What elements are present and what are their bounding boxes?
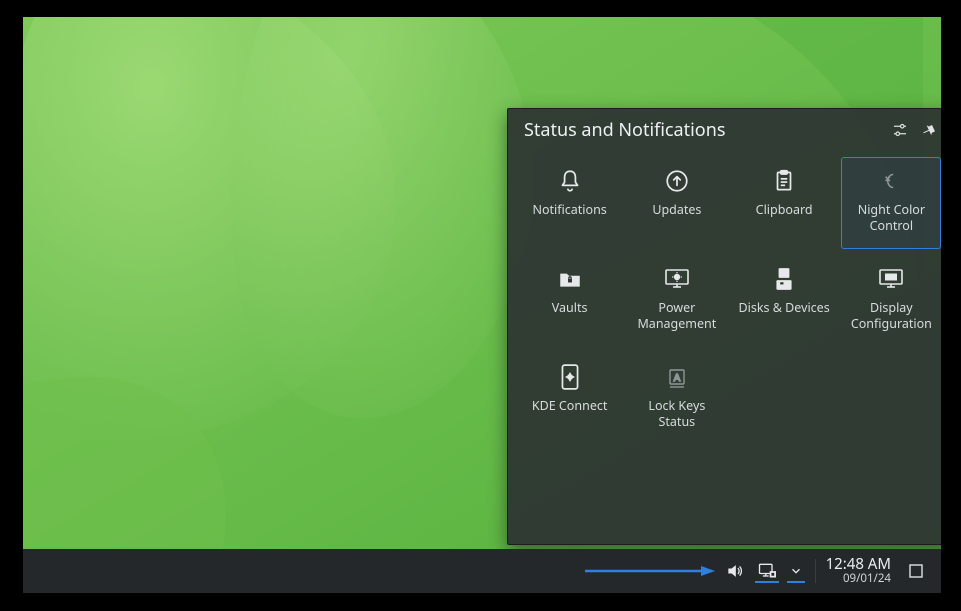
configure-icon[interactable] (889, 119, 911, 141)
svg-text:A: A (674, 373, 681, 384)
callout-arrow (585, 564, 715, 578)
tile-label: Disks & Devices (739, 300, 830, 316)
bell-icon (555, 166, 585, 196)
tile-label: Clipboard (756, 202, 813, 218)
tile-power-management[interactable]: Power Management (627, 255, 727, 347)
tile-label: Vaults (552, 300, 588, 316)
tile-display-config[interactable]: Display Configuration (841, 255, 941, 347)
tile-vaults[interactable]: Vaults (520, 255, 620, 347)
tray-network-icon[interactable] (755, 559, 779, 583)
popup-title: Status and Notifications (524, 118, 883, 142)
pin-icon[interactable] (917, 119, 939, 141)
tile-label: Notifications (532, 202, 606, 218)
tile-label: Power Management (637, 300, 716, 331)
disks-icon (769, 264, 799, 294)
tile-label: Display Configuration (851, 300, 932, 331)
taskbar-clock[interactable]: 12:48 AM 09/01/24 (826, 557, 891, 585)
vaults-icon (555, 264, 585, 294)
kde-connect-icon (555, 362, 585, 392)
tile-kde-connect[interactable]: KDE Connect (520, 353, 620, 445)
tile-label: Night Color Control (858, 202, 925, 233)
taskbar-divider (815, 559, 816, 583)
tile-night-color[interactable]: Night Color Control (841, 157, 941, 249)
updates-icon (662, 166, 692, 196)
tile-label: KDE Connect (532, 398, 608, 414)
lock-keys-icon: A (662, 362, 692, 392)
system-tray-popup: Status and Notifications (507, 108, 941, 545)
night-color-icon (876, 166, 906, 196)
clipboard-icon (769, 166, 799, 196)
tile-label: Lock Keys Status (648, 398, 705, 429)
tile-disks-devices[interactable]: Disks & Devices (734, 255, 834, 347)
tile-label: Updates (652, 202, 701, 218)
power-management-icon (662, 264, 692, 294)
tray-volume-icon[interactable] (723, 559, 747, 583)
display-config-icon (876, 264, 906, 294)
taskbar: 12:48 AM 09/01/24 (23, 549, 941, 593)
tile-lock-keys[interactable]: A Lock Keys Status (627, 353, 727, 445)
show-desktop-button[interactable] (905, 560, 927, 582)
clock-date: 09/01/24 (826, 573, 891, 585)
popup-header: Status and Notifications (508, 109, 941, 153)
tile-clipboard[interactable]: Clipboard (734, 157, 834, 249)
tile-notifications[interactable]: Notifications (520, 157, 620, 249)
tray-expand-chevron-icon[interactable] (787, 559, 805, 583)
desktop-wallpaper: Status and Notifications (23, 17, 941, 549)
tray-tile-grid: Notifications Updates (508, 153, 941, 457)
tile-updates[interactable]: Updates (627, 157, 727, 249)
